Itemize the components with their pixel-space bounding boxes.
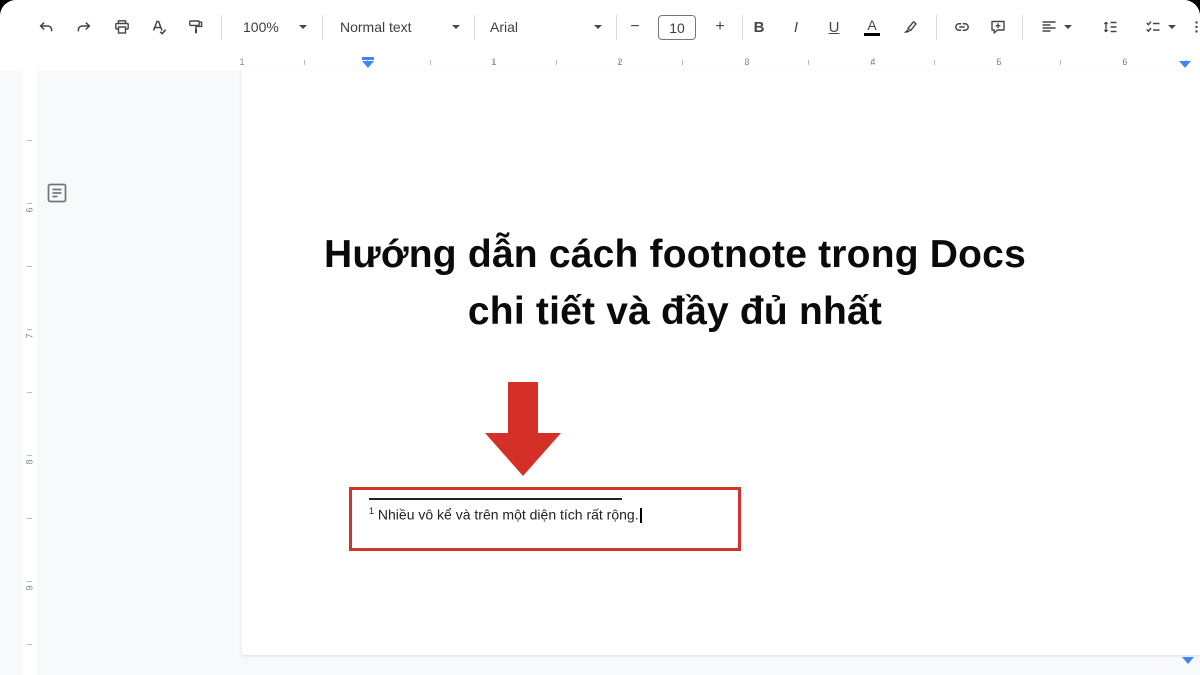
footnote-highlight-box: 1 Nhiều vô kể và trên một diện tích rất … — [349, 487, 741, 551]
font-size-decrease-button[interactable]: − — [621, 13, 649, 41]
vertical-ruler[interactable]: 6 7 8 9 10 — [22, 70, 37, 675]
add-comment-icon — [989, 18, 1007, 36]
ruler-ticks — [242, 60, 1200, 65]
blue-triangle-icon — [1182, 657, 1194, 664]
redo-button[interactable] — [70, 13, 98, 41]
text-color-bar — [864, 33, 880, 36]
toolbar-separator — [616, 15, 617, 40]
align-selector[interactable] — [1034, 13, 1078, 41]
bulleted-list-button[interactable] — [1188, 13, 1200, 41]
insert-link-button[interactable] — [948, 13, 976, 41]
paragraph-style-value: Normal text — [340, 19, 412, 35]
show-outline-button[interactable] — [44, 180, 70, 206]
paint-format-icon — [187, 18, 205, 36]
font-selector[interactable]: Arial — [484, 13, 608, 41]
toolbar-separator — [322, 15, 323, 40]
align-left-icon — [1040, 18, 1058, 36]
chevron-down-icon — [1064, 25, 1072, 29]
toolbar-separator — [474, 15, 475, 40]
bullet-list-icon — [1193, 18, 1200, 36]
ruler-number: 4 — [868, 57, 878, 67]
bold-icon: B — [754, 20, 765, 35]
italic-button[interactable]: I — [782, 13, 810, 41]
right-indent-marker[interactable] — [1179, 61, 1191, 68]
first-line-indent-marker[interactable] — [362, 57, 374, 60]
bottom-right-marker — [1182, 657, 1194, 664]
red-arrow-icon — [508, 382, 538, 434]
document-page[interactable]: Hướng dẫn cách footnote trong Docs chi t… — [242, 70, 1200, 655]
add-comment-button[interactable] — [984, 13, 1012, 41]
google-docs-app: 100% Normal text Arial − 10 + B I — [0, 0, 1200, 675]
document-title: Hướng dẫn cách footnote trong Docs chi t… — [242, 226, 1108, 340]
chevron-down-icon — [1168, 25, 1176, 29]
ruler-number: 8 — [23, 455, 37, 470]
spellcheck-icon — [150, 18, 168, 36]
ruler-number: 3 — [742, 57, 752, 67]
toolbar-separator — [1022, 15, 1023, 40]
print-icon — [113, 18, 131, 36]
text-color-button[interactable]: A — [858, 13, 886, 41]
line-spacing-icon — [1101, 18, 1119, 36]
checklist-selector[interactable] — [1138, 13, 1182, 41]
ruler-number: 9 — [23, 581, 37, 596]
text-color-icon: A — [864, 18, 880, 36]
chevron-down-icon — [594, 25, 602, 29]
ruler-number: 2 — [615, 57, 625, 67]
footnote-text[interactable]: 1 Nhiều vô kể và trên một diện tích rất … — [369, 506, 642, 523]
horizontal-ruler[interactable]: 1 1 2 3 4 5 6 — [0, 55, 1200, 70]
paint-format-button[interactable] — [182, 13, 210, 41]
ruler-number: 1 — [489, 57, 499, 67]
underline-icon: U — [829, 20, 840, 35]
right-indent-triangle — [1179, 61, 1191, 68]
undo-icon — [37, 18, 55, 36]
highlight-icon — [901, 18, 919, 36]
toolbar-separator — [936, 15, 937, 40]
font-size-value: 10 — [669, 20, 685, 36]
footnote-separator-line — [369, 498, 622, 500]
ruler-number: 5 — [994, 57, 1004, 67]
document-outline-icon — [45, 181, 69, 205]
ruler-number: 6 — [1120, 57, 1130, 67]
footnote-content: Nhiều vô kể và trên một diện tích rất rộ… — [378, 507, 639, 523]
chevron-down-icon — [452, 25, 460, 29]
left-indent-triangle — [362, 61, 374, 68]
toolbar-separator — [742, 15, 743, 40]
spellcheck-button[interactable] — [145, 13, 173, 41]
left-indent-marker[interactable] — [362, 57, 374, 68]
italic-icon: I — [794, 20, 798, 35]
plus-icon: + — [715, 19, 724, 35]
toolbar: 100% Normal text Arial − 10 + B I — [0, 0, 1200, 55]
link-icon — [953, 18, 971, 36]
chevron-down-icon — [299, 25, 307, 29]
line-spacing-button[interactable] — [1096, 13, 1124, 41]
zoom-selector[interactable]: 100% — [237, 13, 313, 41]
underline-button[interactable]: U — [820, 13, 848, 41]
text-cursor — [640, 508, 642, 523]
paragraph-style-selector[interactable]: Normal text — [334, 13, 466, 41]
red-arrow-head-icon — [485, 433, 561, 476]
ruler-number: 1 — [237, 57, 247, 67]
ruler-number: 6 — [23, 203, 37, 218]
footnote-number: 1 — [369, 506, 374, 516]
bold-button[interactable]: B — [745, 13, 773, 41]
minus-icon: − — [630, 19, 639, 35]
toolbar-separator — [221, 15, 222, 40]
undo-button[interactable] — [32, 13, 60, 41]
redo-icon — [75, 18, 93, 36]
text-color-letter: A — [867, 18, 876, 32]
zoom-value: 100% — [243, 19, 279, 35]
print-button[interactable] — [108, 13, 136, 41]
font-size-input[interactable]: 10 — [658, 15, 696, 40]
title-line-2: chi tiết và đầy đủ nhất — [242, 283, 1108, 340]
checklist-icon — [1144, 18, 1162, 36]
font-value: Arial — [490, 19, 518, 35]
ruler-number: 7 — [23, 329, 37, 344]
highlight-color-button[interactable] — [896, 13, 924, 41]
font-size-increase-button[interactable]: + — [706, 13, 734, 41]
title-line-1: Hướng dẫn cách footnote trong Docs — [242, 226, 1108, 283]
